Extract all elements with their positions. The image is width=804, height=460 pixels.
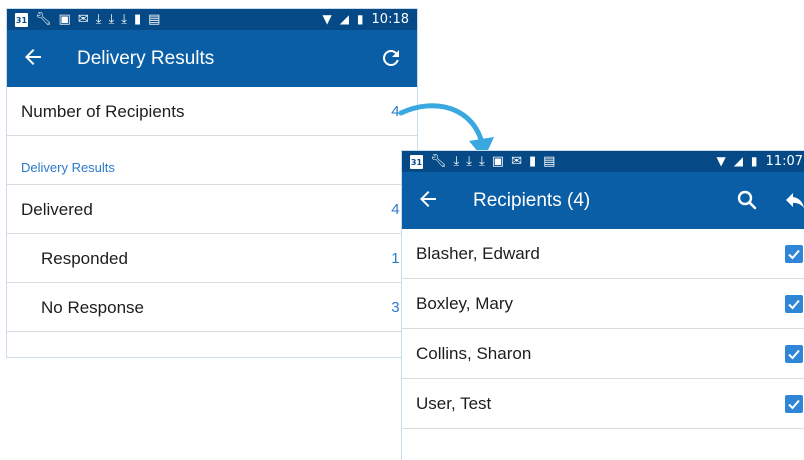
reply-icon[interactable] bbox=[783, 188, 804, 212]
recipient-name: Boxley, Mary bbox=[416, 294, 513, 313]
no-signal-icon: ◢ bbox=[339, 12, 349, 26]
wifi-icon: ▼ bbox=[716, 154, 726, 168]
download-icon: ⤓ bbox=[466, 154, 473, 169]
battery-icon: ▮ bbox=[356, 12, 364, 26]
notification-icons: 31 🔧︎ ▣ ✉ ⤓ ⤓ ⤓ ▮ ▤ bbox=[15, 11, 160, 28]
recipient-name: Collins, Sharon bbox=[416, 344, 532, 363]
download-box-icon: ▤ bbox=[543, 154, 556, 169]
wrench-icon: 🔧︎ bbox=[35, 12, 52, 27]
gmail-icon: ✉ bbox=[511, 154, 522, 169]
row-label: Delivered bbox=[21, 200, 93, 219]
no-signal-icon: ◢ bbox=[733, 154, 743, 168]
delivery-results-screen: 31 🔧︎ ▣ ✉ ⤓ ⤓ ⤓ ▮ ▤ ▼ ◢ ▮ 10:18 Delivery… bbox=[6, 8, 418, 358]
notification-icons: 31 🔧︎ ⤓ ⤓ ⤓ ▣ ✉ ▮ ▤ bbox=[410, 153, 555, 170]
wifi-icon: ▼ bbox=[322, 12, 332, 26]
check-icon bbox=[788, 349, 800, 360]
image-icon: ▣ bbox=[491, 154, 505, 169]
check-icon bbox=[788, 249, 800, 260]
download-icon: ⤓ bbox=[479, 154, 485, 169]
clock: 11:07 bbox=[765, 154, 803, 169]
delivered-row[interactable]: Delivered 4▶ bbox=[7, 185, 417, 234]
check-icon bbox=[788, 299, 800, 310]
download-icon: ⤓ bbox=[108, 12, 115, 27]
row-label: Responded bbox=[41, 249, 128, 268]
image-icon: ▣ bbox=[58, 12, 71, 27]
download-box-icon: ▤ bbox=[148, 12, 161, 27]
download-icon: ⤓ bbox=[95, 12, 102, 27]
checkbox[interactable] bbox=[785, 245, 803, 263]
responded-row[interactable]: Responded 1▶ bbox=[7, 234, 417, 283]
battery-icon: ▮ bbox=[750, 154, 758, 168]
system-status: ▼ ◢ ▮ 11:07 bbox=[716, 153, 803, 170]
recipient-list: Blasher, Edward Boxley, Mary Collins, Sh… bbox=[402, 229, 804, 429]
refresh-icon[interactable] bbox=[379, 46, 403, 70]
search-icon[interactable] bbox=[735, 188, 759, 212]
status-bar: 31 🔧︎ ⤓ ⤓ ⤓ ▣ ✉ ▮ ▤ ▼ ◢ ▮ 11:07 bbox=[402, 151, 804, 172]
folder-icon: ▮ bbox=[133, 12, 142, 27]
list-item[interactable]: User, Test bbox=[402, 379, 804, 429]
status-bar: 31 🔧︎ ▣ ✉ ⤓ ⤓ ⤓ ▮ ▤ ▼ ◢ ▮ 10:18 bbox=[7, 9, 417, 30]
checkbox[interactable] bbox=[785, 345, 803, 363]
number-of-recipients-row[interactable]: Number of Recipients 4 ▶ bbox=[7, 87, 417, 136]
list-item[interactable]: Collins, Sharon bbox=[402, 329, 804, 379]
list-item[interactable]: Boxley, Mary bbox=[402, 279, 804, 329]
back-arrow-icon[interactable] bbox=[21, 45, 45, 69]
section-title: Delivery Results bbox=[21, 160, 115, 175]
system-status: ▼ ◢ ▮ 10:18 bbox=[322, 11, 409, 28]
page-title: Delivery Results bbox=[77, 48, 215, 69]
recipients-screen: 31 🔧︎ ⤓ ⤓ ⤓ ▣ ✉ ▮ ▤ ▼ ◢ ▮ 11:07 Recipien… bbox=[401, 150, 804, 460]
check-icon bbox=[788, 399, 800, 410]
checkbox[interactable] bbox=[785, 395, 803, 413]
app-bar: Recipients (4) bbox=[402, 172, 804, 229]
list-item[interactable]: Blasher, Edward bbox=[402, 229, 804, 279]
clock: 10:18 bbox=[371, 12, 409, 27]
app-bar: Delivery Results bbox=[7, 30, 417, 87]
calendar-icon: 31 bbox=[410, 154, 423, 169]
recipient-name: Blasher, Edward bbox=[416, 244, 540, 263]
row-label: No Response bbox=[41, 298, 145, 317]
download-icon: ⤓ bbox=[121, 12, 127, 27]
gmail-icon: ✉ bbox=[77, 12, 89, 27]
no-response-row[interactable]: No Response 3▶ bbox=[7, 283, 417, 332]
folder-icon: ▮ bbox=[528, 154, 537, 169]
calendar-icon: 31 bbox=[15, 12, 28, 27]
download-icon: ⤓ bbox=[453, 154, 460, 169]
row-label: Number of Recipients bbox=[21, 102, 185, 121]
checkbox[interactable] bbox=[785, 295, 803, 313]
page-title: Recipients (4) bbox=[473, 190, 591, 211]
wrench-icon: 🔧︎ bbox=[430, 154, 447, 169]
back-arrow-icon[interactable] bbox=[416, 187, 440, 211]
section-header: Delivery Results bbox=[7, 136, 417, 185]
recipient-name: User, Test bbox=[416, 394, 492, 413]
